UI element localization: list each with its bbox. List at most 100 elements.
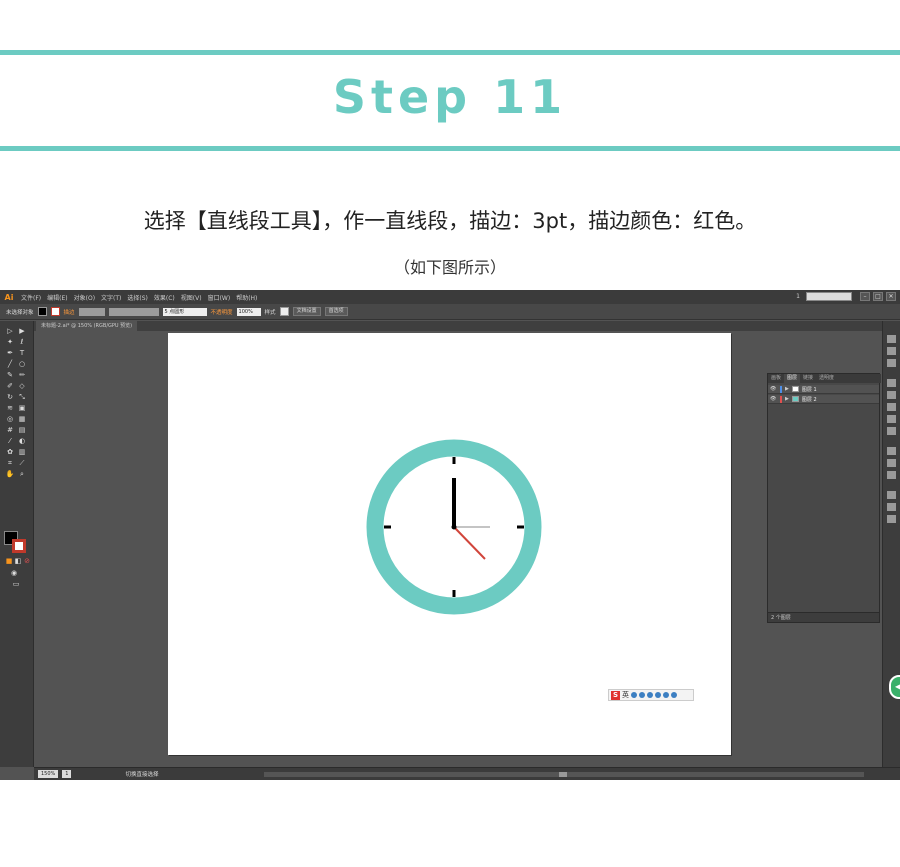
menu-type[interactable]: 文字(T) bbox=[98, 293, 124, 302]
stroke-panel-icon[interactable] bbox=[887, 379, 896, 387]
color-panel-icon[interactable] bbox=[887, 335, 896, 343]
none-mode-icon[interactable]: ⊘ bbox=[22, 557, 32, 566]
layer-name[interactable]: 图层 2 bbox=[802, 396, 817, 403]
ime-toolbar[interactable]: S 英 bbox=[608, 689, 694, 701]
zoom-tool-icon[interactable]: ⌕ bbox=[17, 470, 27, 479]
tab-artboards[interactable]: 画板 bbox=[768, 374, 784, 383]
paintbrush-tool-icon[interactable]: ✎ bbox=[5, 371, 15, 380]
menu-file[interactable]: 文件(F) bbox=[18, 293, 44, 302]
clock-artwork[interactable] bbox=[364, 437, 544, 617]
tab-layers[interactable]: 图层 bbox=[784, 374, 801, 383]
close-button[interactable]: ✕ bbox=[886, 292, 896, 301]
artboard-tool-icon[interactable]: ⌗ bbox=[5, 459, 15, 468]
magic-wand-tool-icon[interactable]: ✦ bbox=[5, 338, 15, 347]
opacity-label[interactable]: 不透明度 bbox=[211, 308, 233, 316]
brushes-panel-icon[interactable] bbox=[887, 471, 896, 479]
pen-tool-icon[interactable]: ✒ bbox=[5, 349, 15, 358]
draw-mode-icon[interactable]: ◉ bbox=[9, 569, 19, 578]
shape-builder-tool-icon[interactable]: ◎ bbox=[5, 415, 15, 424]
stroke-weight-field[interactable] bbox=[78, 307, 105, 316]
gradient-tool-icon[interactable]: ▤ bbox=[17, 426, 27, 435]
maximize-button[interactable]: □ bbox=[873, 292, 883, 301]
align-panel-icon[interactable] bbox=[887, 491, 896, 499]
menu-effect[interactable]: 效果(C) bbox=[151, 293, 178, 302]
mesh-tool-icon[interactable]: # bbox=[5, 426, 15, 435]
pathfinder-panel-icon[interactable] bbox=[887, 515, 896, 523]
eraser-tool-icon[interactable]: ◇ bbox=[17, 382, 27, 391]
ime-moon-icon[interactable] bbox=[631, 692, 637, 698]
floating-widget-icon[interactable]: ◀ bbox=[889, 675, 900, 699]
layer-row[interactable]: 👁 ▶ 图层 1 bbox=[768, 385, 879, 394]
expand-arrow-icon[interactable]: ▶ bbox=[785, 386, 789, 392]
menu-edit[interactable]: 编辑(E) bbox=[44, 293, 70, 302]
line-segment-tool-icon[interactable]: ╱ bbox=[5, 360, 15, 369]
artboard[interactable]: S 英 bbox=[168, 333, 731, 755]
menu-select[interactable]: 选择(S) bbox=[124, 293, 151, 302]
column-graph-tool-icon[interactable]: ▥ bbox=[17, 448, 27, 457]
horizontal-scrollbar[interactable] bbox=[264, 772, 864, 777]
ime-punctuation-icon[interactable] bbox=[639, 692, 645, 698]
ime-language-label[interactable]: 英 bbox=[622, 690, 629, 700]
rotate-tool-icon[interactable]: ↻ bbox=[5, 393, 15, 402]
perspective-grid-tool-icon[interactable]: ▦ bbox=[17, 415, 27, 424]
pencil-tool-icon[interactable]: ✏ bbox=[17, 371, 27, 380]
eye-icon[interactable]: 👁 bbox=[770, 386, 777, 392]
graphic-style-swatch[interactable] bbox=[279, 307, 289, 316]
preferences-button[interactable]: 首选项 bbox=[324, 307, 348, 316]
type-tool-icon[interactable]: T bbox=[17, 349, 27, 358]
ime-settings-icon[interactable] bbox=[671, 692, 677, 698]
stroke-color-swatch[interactable] bbox=[50, 307, 60, 316]
stroke-swatch[interactable] bbox=[12, 539, 26, 553]
status-tool-label[interactable]: 切换直接选择 bbox=[125, 770, 158, 778]
ime-keyboard-icon[interactable] bbox=[647, 692, 653, 698]
layer-row[interactable]: 👁 ▶ 图层 2 bbox=[768, 395, 879, 404]
transform-panel-icon[interactable] bbox=[887, 503, 896, 511]
scale-tool-icon[interactable]: ⤡ bbox=[17, 393, 27, 402]
tab-links[interactable]: 链接 bbox=[800, 374, 816, 383]
symbols-panel-icon[interactable] bbox=[887, 447, 896, 455]
lasso-tool-icon[interactable]: ℓ bbox=[17, 338, 27, 347]
menu-window[interactable]: 窗口(W) bbox=[205, 293, 234, 302]
selection-tool-icon[interactable]: ▷ bbox=[5, 327, 15, 336]
graphic-styles-panel-icon[interactable] bbox=[887, 459, 896, 467]
direct-selection-tool-icon[interactable]: ▶ bbox=[17, 327, 27, 336]
width-tool-icon[interactable]: ≋ bbox=[5, 404, 15, 413]
menu-object[interactable]: 对象(O) bbox=[71, 293, 98, 302]
zoom-field[interactable]: 150% bbox=[38, 770, 59, 778]
scrollbar-thumb[interactable] bbox=[559, 772, 567, 777]
hand-tool-icon[interactable]: ✋ bbox=[5, 470, 15, 479]
variable-width-field[interactable] bbox=[108, 307, 159, 316]
layers-panel-icon[interactable] bbox=[887, 403, 896, 411]
expand-arrow-icon[interactable]: ▶ bbox=[785, 396, 789, 402]
minimize-button[interactable]: – bbox=[860, 292, 870, 301]
workspace-number[interactable]: 1 bbox=[796, 293, 800, 300]
gradient-panel-icon[interactable] bbox=[887, 391, 896, 399]
ellipse-tool-icon[interactable]: ○ bbox=[17, 360, 27, 369]
document-tab[interactable]: 未标题-2.ai* @ 150% (RGB/GPU 预览) bbox=[36, 321, 138, 331]
brush-definition-field[interactable]: 5 点圆形 bbox=[162, 307, 207, 316]
blend-tool-icon[interactable]: ◐ bbox=[17, 437, 27, 446]
document-setup-button[interactable]: 文档设置 bbox=[292, 307, 321, 316]
artboard-number-field[interactable]: 1 bbox=[62, 770, 72, 778]
slice-tool-icon[interactable]: ⟋ bbox=[17, 459, 27, 468]
search-input[interactable] bbox=[806, 292, 852, 301]
layer-name[interactable]: 图层 1 bbox=[802, 386, 817, 393]
symbol-sprayer-tool-icon[interactable]: ✿ bbox=[5, 448, 15, 457]
appearance-panel-icon[interactable] bbox=[887, 427, 896, 435]
stroke-label[interactable]: 描边 bbox=[64, 308, 75, 316]
ime-user-icon[interactable] bbox=[655, 692, 661, 698]
menu-help[interactable]: 帮助(H) bbox=[233, 293, 260, 302]
screen-mode-icon[interactable]: ▭ bbox=[11, 580, 21, 589]
ime-shirt-icon[interactable] bbox=[663, 692, 669, 698]
fill-color-swatch[interactable] bbox=[37, 307, 47, 316]
swatches-panel-icon[interactable] bbox=[887, 359, 896, 367]
blob-brush-tool-icon[interactable]: ✐ bbox=[5, 382, 15, 391]
free-transform-tool-icon[interactable]: ▣ bbox=[17, 404, 27, 413]
eye-icon[interactable]: 👁 bbox=[770, 396, 777, 402]
color-guide-icon[interactable] bbox=[887, 347, 896, 355]
tab-transparency[interactable]: 透明度 bbox=[816, 374, 837, 383]
opacity-field[interactable]: 100% bbox=[236, 307, 261, 316]
artboards-panel-icon[interactable] bbox=[887, 415, 896, 423]
eyedropper-tool-icon[interactable]: ⁄ bbox=[5, 437, 15, 446]
menu-view[interactable]: 视图(V) bbox=[178, 293, 205, 302]
